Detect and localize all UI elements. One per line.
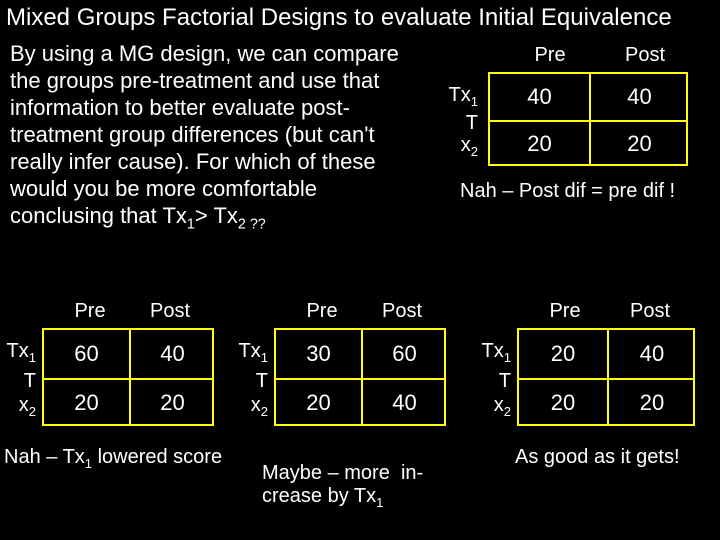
col-header-pre: Pre <box>287 300 357 323</box>
row-label-tx1: Tx1 <box>430 84 478 109</box>
cell-r1c2: 40 <box>131 330 214 378</box>
row-label-T: T <box>226 370 268 393</box>
table-grid: 20 40 20 20 <box>517 328 695 426</box>
col-header-post: Post <box>135 300 205 323</box>
cell-r2c2: 20 <box>591 122 688 166</box>
row-label-T: T <box>0 370 36 393</box>
cell-r1c1: 40 <box>490 74 589 120</box>
cell-r1c2: 60 <box>363 330 446 378</box>
cell-r2c2: 40 <box>363 380 446 426</box>
col-header-pre: Pre <box>55 300 125 323</box>
cell-r2c1: 20 <box>44 380 129 426</box>
cell-r2c2: 20 <box>131 380 214 426</box>
body-paragraph: By using a MG design, we can compare the… <box>10 40 410 238</box>
table-caption: Nah – Post dif = pre dif ! <box>460 180 720 203</box>
row-label-x2: x2 <box>469 394 511 419</box>
slide-title: Mixed Groups Factorial Designs to evalua… <box>6 4 714 32</box>
col-header-post: Post <box>605 44 685 67</box>
col-header-pre: Pre <box>510 44 590 67</box>
cell-r1c1: 30 <box>276 330 361 378</box>
col-header-post: Post <box>367 300 437 323</box>
row-label-x2: x2 <box>0 394 36 419</box>
table-bottom-center: Pre Post Tx1 T x2 30 60 20 40 Maybe – mo… <box>232 300 462 530</box>
table-top-right: Pre Post Tx1 T x2 40 40 20 20 Nah – Post… <box>430 44 700 244</box>
cell-r2c1: 20 <box>490 122 589 166</box>
cell-r1c1: 20 <box>519 330 607 378</box>
row-label-x2: x2 <box>226 394 268 419</box>
table-caption: Nah – Tx1 lowered score <box>4 446 244 475</box>
table-grid: 30 60 20 40 <box>274 328 446 426</box>
cell-r1c2: 40 <box>591 74 688 120</box>
table-caption: Maybe – more in-crease by Tx1 <box>262 462 472 514</box>
table-caption: As good as it gets! <box>515 446 720 469</box>
col-header-pre: Pre <box>530 300 600 323</box>
row-label-tx1: Tx1 <box>226 340 268 365</box>
table-grid: 40 40 20 20 <box>488 72 688 166</box>
col-header-post: Post <box>615 300 685 323</box>
cell-r1c1: 60 <box>44 330 129 378</box>
row-label-x2: x2 <box>430 134 478 159</box>
row-label-tx1: Tx1 <box>0 340 36 365</box>
cell-r2c1: 20 <box>519 380 607 426</box>
table-bottom-left: Pre Post Tx1 T x2 60 40 20 20 Nah – Tx1 … <box>0 300 230 500</box>
cell-r2c1: 20 <box>276 380 361 426</box>
row-label-tx1: Tx1 <box>469 340 511 365</box>
row-label-T: T <box>430 112 478 135</box>
cell-r1c2: 40 <box>609 330 695 378</box>
cell-r2c2: 20 <box>609 380 695 426</box>
slide: Mixed Groups Factorial Designs to evalua… <box>0 0 720 540</box>
table-grid: 60 40 20 20 <box>42 328 214 426</box>
row-label-T: T <box>469 370 511 393</box>
table-bottom-right: Pre Post Tx1 T x2 20 40 20 20 As good as… <box>475 300 715 500</box>
